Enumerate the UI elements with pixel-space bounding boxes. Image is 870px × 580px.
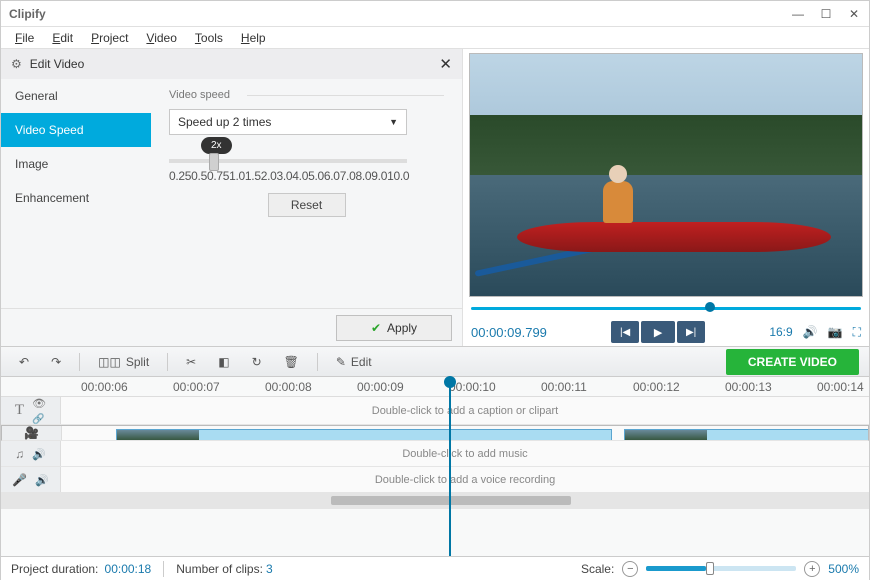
reset-button[interactable]: Reset [268,193,346,217]
panel-content: Video speed Speed up 2 times 2x 0.250.50… [151,79,462,308]
undo-button[interactable]: ↶ [11,352,37,372]
slider-ticks: 0.250.50.751.01.52.03.04.05.06.07.08.09.… [169,169,407,183]
minimize-button[interactable]: — [791,7,805,21]
zoom-slider[interactable] [646,566,796,571]
timeline: 00:00:06 00:00:07 00:00:08 00:00:09 00:0… [1,377,869,556]
menu-file[interactable]: File [15,31,34,45]
speed-dropdown[interactable]: Speed up 2 times [169,109,407,135]
edit-button[interactable]: ✎Edit [328,352,380,372]
tab-image[interactable]: Image [1,147,151,181]
video-preview[interactable] [469,53,863,297]
speed-slider[interactable]: 2x 0.250.50.751.01.52.03.04.05.06.07.08.… [169,159,407,183]
rotate-button[interactable]: ↻ [244,352,270,372]
timeline-ruler[interactable]: 00:00:06 00:00:07 00:00:08 00:00:09 00:0… [1,377,869,397]
crop-button[interactable]: ◧ [210,352,237,372]
menu-video[interactable]: Video [146,31,176,45]
tab-enhancement[interactable]: Enhancement [1,181,151,215]
music-track[interactable]: ♫ Double-click to add music [1,441,869,467]
duration-label: Project duration: [11,562,98,576]
title-bar: Clipify — ☐ ✕ [1,1,869,27]
slider-handle[interactable] [209,153,219,171]
video-clip-2[interactable]: woman-rows-sports-kayak-with-child- [624,429,869,441]
play-button[interactable]: ▶ [641,321,675,343]
app-logo: Clipify [9,7,46,21]
zoom-out-button[interactable]: − [622,561,638,577]
zoom-in-button[interactable]: + [804,561,820,577]
cut-button[interactable]: ✂ [178,352,204,372]
speed-badge: 2x [201,137,232,154]
eye-icon[interactable] [32,396,46,410]
fullscreen-icon[interactable]: ⛶ [853,325,861,340]
preview-controls: 00:00:09.799 |◀ ▶ ▶| 16:9 🔊 📷 ⛶ [469,318,863,346]
panel-tabs: General Video Speed Image Enhancement [1,79,151,308]
speaker-icon[interactable] [35,473,49,487]
delete-button[interactable]: 🗑 [276,352,307,372]
clips-label: Number of clips: [176,562,263,576]
apply-button[interactable]: Apply [336,315,452,341]
tab-general[interactable]: General [1,79,151,113]
seek-handle[interactable] [705,302,715,312]
voice-track[interactable]: 🎤 Double-click to add a voice recording [1,467,869,493]
menu-project[interactable]: Project [91,31,128,45]
close-button[interactable]: ✕ [847,7,861,21]
main-toolbar: ↶ ↷ ◫◫Split ✂ ◧ ↻ 🗑 ✎Edit CREATE VIDEO [1,346,869,377]
seek-bar[interactable] [471,300,861,318]
panel-header: ⚙ Edit Video ✕ [1,49,462,79]
edit-video-panel: ⚙ Edit Video ✕ General Video Speed Image… [1,49,463,346]
split-button[interactable]: ◫◫Split [90,352,157,372]
caption-track[interactable]: T Double-click to add a caption or clipa… [1,397,869,425]
status-bar: Project duration: 00:00:18 Number of cli… [1,556,869,580]
text-icon: T [15,402,24,419]
scale-value: 500% [828,562,859,576]
prev-frame-button[interactable]: |◀ [611,321,639,343]
aspect-ratio-button[interactable]: 16:9 [769,325,792,339]
maximize-button[interactable]: ☐ [819,7,833,21]
menu-bar: File Edit Project Video Tools Help [1,27,869,49]
create-video-button[interactable]: CREATE VIDEO [726,349,859,375]
menu-tools[interactable]: Tools [195,31,223,45]
mic-icon: 🎤 [12,473,27,487]
timeline-scrollbar[interactable] [1,493,869,509]
link-icon[interactable] [32,411,46,425]
menu-help[interactable]: Help [241,31,266,45]
preview-pane: 00:00:09.799 |◀ ▶ ▶| 16:9 🔊 📷 ⛶ [463,49,869,346]
redo-button[interactable]: ↷ [43,352,69,372]
panel-title: Edit Video [30,57,85,71]
duration-value: 00:00:18 [105,562,152,576]
volume-icon[interactable]: 🔊 [803,325,818,339]
video-track[interactable]: 🎥 woman-rows-sports-kayak-with-child-alo… [1,425,869,441]
playhead[interactable] [449,377,451,556]
video-clip-1[interactable]: woman-rows-sports-kayak-with-child-along… [116,429,612,441]
timecode: 00:00:09.799 [471,325,547,340]
snapshot-icon[interactable]: 📷 [828,325,843,339]
music-icon: ♫ [15,447,24,461]
panel-close-icon[interactable]: ✕ [439,55,452,73]
camera-icon: 🎥 [24,426,39,440]
next-frame-button[interactable]: ▶| [677,321,705,343]
gear-icon: ⚙ [11,57,22,71]
clips-value: 3 [266,562,273,576]
menu-edit[interactable]: Edit [52,31,73,45]
speaker-icon[interactable] [32,447,46,461]
scale-label: Scale: [581,562,614,576]
tab-video-speed[interactable]: Video Speed [1,113,151,147]
